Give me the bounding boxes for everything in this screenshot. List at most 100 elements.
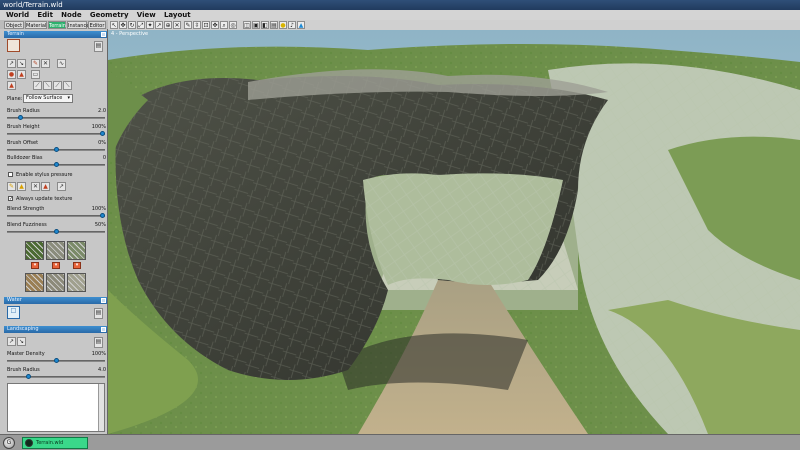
rotate-icon[interactable]: ↻: [128, 21, 136, 29]
brush-radius-slider[interactable]: [7, 115, 105, 120]
menu-geometry[interactable]: Geometry: [87, 10, 132, 20]
landscape-brush-radius-slider-knob[interactable]: [25, 374, 31, 379]
collapse-icon[interactable]: [101, 298, 106, 303]
brush-red-icon[interactable]: ●: [7, 70, 16, 79]
stylus-paint-icon[interactable]: ▲: [41, 182, 50, 191]
brush-height-slider-knob[interactable]: [100, 131, 105, 136]
landscaping-panel-header[interactable]: Landscaping: [4, 326, 107, 333]
collapse-icon[interactable]: [101, 327, 106, 332]
tab-editor[interactable]: Editor: [88, 21, 106, 29]
texture-thumbnail[interactable]: [25, 241, 44, 260]
brush-offset-slider[interactable]: [7, 147, 105, 152]
brush-offset-value: 0%: [98, 140, 106, 146]
brush-height-slider[interactable]: [7, 131, 105, 136]
page-icon[interactable]: ▤: [94, 308, 103, 319]
select-icon[interactable]: ↖: [110, 21, 118, 29]
smooth-icon[interactable]: ∿: [57, 59, 66, 68]
bucket-icon[interactable]: ▲: [17, 70, 26, 79]
texture-bucket-icon[interactable]: ▾: [73, 262, 81, 269]
plane-select[interactable]: Follow Surface ▾: [23, 94, 73, 103]
camera-icon[interactable]: ⊡: [202, 21, 210, 29]
stylus-erase-icon[interactable]: ✕: [31, 182, 40, 191]
texture-bucket-icon[interactable]: ▾: [31, 262, 39, 269]
frame-icon[interactable]: ▣: [252, 21, 260, 29]
light-icon[interactable]: ●: [279, 21, 287, 29]
terrain-tool-icon[interactable]: [7, 39, 20, 52]
always-update-checkbox[interactable]: ✓: [8, 196, 13, 202]
texture-thumbnail[interactable]: [25, 273, 44, 292]
collapse-icon[interactable]: [101, 32, 106, 37]
menu-layout[interactable]: Layout: [161, 10, 194, 20]
bulldozer-bias-slider[interactable]: [7, 162, 105, 167]
brush-offset-slider-knob[interactable]: [53, 147, 59, 152]
menu-world[interactable]: World: [0, 10, 32, 20]
raise-icon[interactable]: ↗: [7, 59, 16, 68]
pointer-icon[interactable]: ↗: [155, 21, 163, 29]
texture-thumbnail[interactable]: [67, 273, 86, 292]
blend-strength-slider[interactable]: [7, 213, 105, 218]
zoom-view-icon[interactable]: ⌕: [220, 21, 228, 29]
water-panel-header[interactable]: Water: [4, 297, 107, 304]
paint-brush-icon[interactable]: ✎: [31, 59, 40, 68]
fov-icon[interactable]: ◫: [243, 21, 251, 29]
flatten-icon[interactable]: ▭: [31, 70, 40, 79]
ramp-down-icon[interactable]: ⟍: [43, 81, 52, 90]
paint-icon[interactable]: ✎: [184, 21, 192, 29]
orbit-icon[interactable]: ◎: [229, 21, 237, 29]
brush-radius-slider-knob[interactable]: [18, 115, 24, 120]
blend-strength-slider-knob[interactable]: [100, 213, 105, 218]
texture-thumbnail[interactable]: [46, 273, 65, 292]
master-density-slider-knob[interactable]: [53, 358, 59, 363]
stylus-fill-icon[interactable]: ▲: [17, 182, 26, 191]
menu-edit[interactable]: Edit: [34, 10, 56, 20]
landscape-remove-icon[interactable]: ↘: [17, 337, 26, 346]
texture-thumbnail[interactable]: [46, 241, 65, 260]
taskbar-item-terrain[interactable]: Terrain.wld: [22, 437, 88, 449]
link-icon[interactable]: ✕: [173, 21, 181, 29]
marker-icon[interactable]: ▲: [297, 21, 305, 29]
bulldozer-bias-slider-knob[interactable]: [53, 162, 59, 167]
lower-icon[interactable]: ↘: [17, 59, 26, 68]
move-icon[interactable]: ✥: [119, 21, 127, 29]
terrain-panel-header[interactable]: Terrain: [4, 31, 107, 38]
list-scrollbar[interactable]: [98, 384, 104, 431]
ramp-icon[interactable]: ⟋: [33, 81, 42, 90]
enable-stylus-checkbox[interactable]: [8, 172, 13, 177]
magic-icon[interactable]: ✦: [146, 21, 154, 29]
erase-icon[interactable]: ✕: [41, 59, 50, 68]
landscape-item-list[interactable]: [7, 383, 105, 432]
blend-fuzziness-slider[interactable]: [7, 229, 105, 234]
texture-bucket-icon[interactable]: ▾: [52, 262, 60, 269]
zoom-icon[interactable]: ⊕: [164, 21, 172, 29]
landscape-add-icon[interactable]: ↗: [7, 337, 16, 346]
water-tool-icon[interactable]: □: [7, 306, 20, 319]
cube-icon[interactable]: ◧: [261, 21, 269, 29]
master-density-slider[interactable]: [7, 358, 105, 363]
slope-down-icon[interactable]: ⟍: [63, 81, 72, 90]
tab-material[interactable]: Material: [25, 21, 47, 29]
page-icon[interactable]: ▤: [94, 41, 103, 52]
menu-view[interactable]: View: [134, 10, 159, 20]
scale-icon[interactable]: ⤢: [137, 21, 145, 29]
landscape-brush-radius-slider[interactable]: [7, 374, 105, 379]
page-icon[interactable]: ▤: [94, 337, 103, 348]
master-density-value: 100%: [91, 351, 106, 357]
start-menu-icon[interactable]: G: [3, 437, 15, 449]
fill-icon[interactable]: ▲: [7, 81, 16, 90]
slope-icon[interactable]: ⟋: [53, 81, 62, 90]
tab-instance[interactable]: Instance: [67, 21, 89, 29]
perspective-viewport[interactable]: 4 - Perspective: [108, 30, 800, 434]
blend-fuzziness-slider-knob[interactable]: [53, 229, 59, 234]
viewport-label: 4 - Perspective: [111, 31, 149, 37]
pan-icon[interactable]: ✥: [211, 21, 219, 29]
sound-icon[interactable]: ♪: [288, 21, 296, 29]
menu-node[interactable]: Node: [58, 10, 84, 20]
tab-terrain[interactable]: Terrain: [48, 21, 66, 29]
scroll-icon[interactable]: ⇳: [193, 21, 201, 29]
stylus-pick-icon[interactable]: ↗: [57, 182, 66, 191]
tab-object[interactable]: Object: [4, 21, 24, 29]
always-update-label: Always update texture: [16, 196, 73, 202]
texture-thumbnail[interactable]: [67, 241, 86, 260]
box-icon[interactable]: ▤: [270, 21, 278, 29]
stylus-brush-icon[interactable]: ✎: [7, 182, 16, 191]
